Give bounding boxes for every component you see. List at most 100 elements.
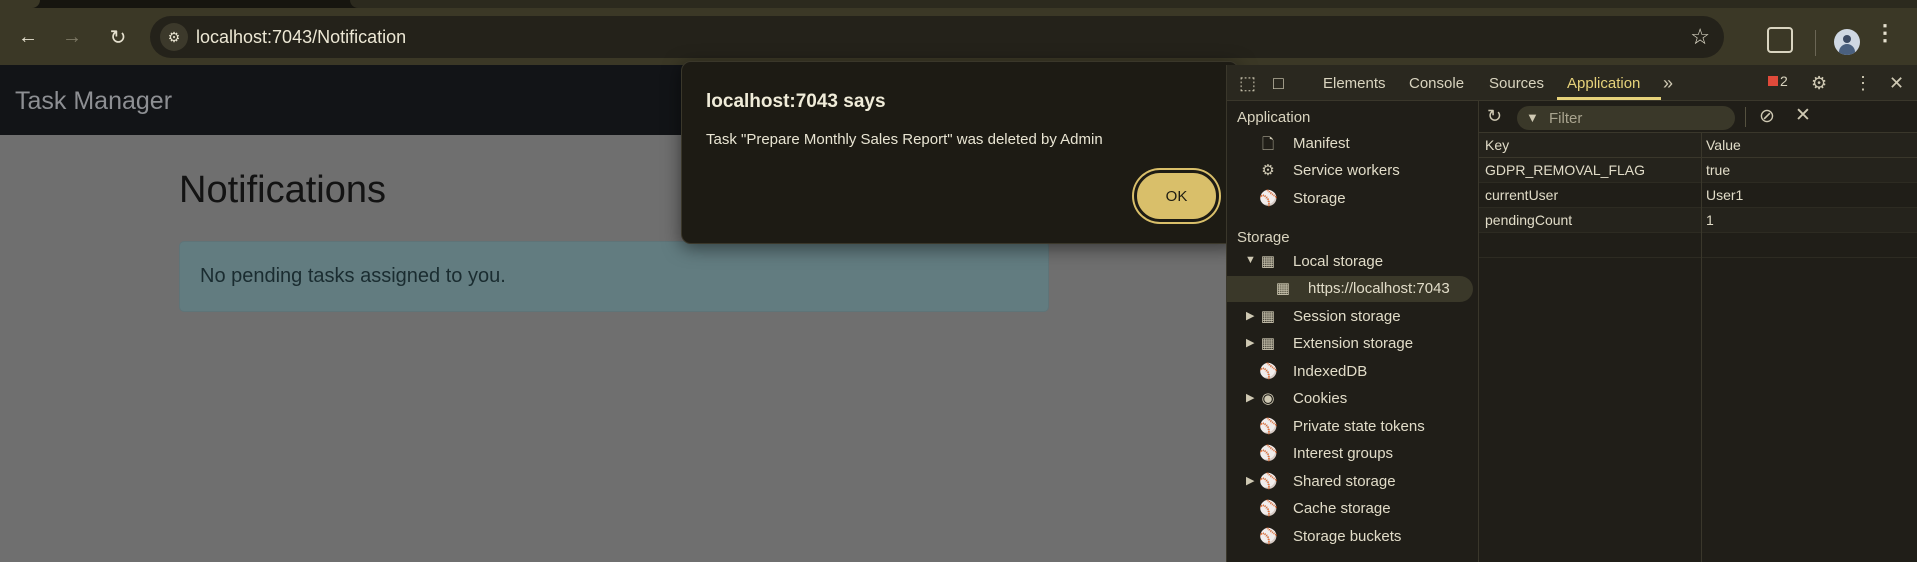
row-key: pendingCount [1485, 212, 1573, 228]
navbar-brand[interactable]: Task Manager [15, 87, 172, 116]
info-alert: No pending tasks assigned to you. [179, 241, 1049, 312]
empty-table-row[interactable] [1479, 233, 1917, 258]
sidebar-item-session-storage[interactable]: ▶ ▦ Session storage [1227, 304, 1479, 330]
local-storage-pane: ↻ ▼ Filter ⊘ ✕ Key Value GDPR_REMOVAL_FL… [1479, 101, 1917, 562]
toolbar-divider [1815, 30, 1816, 56]
sidebar-item-label: Private state tokens [1293, 418, 1425, 435]
browser-toolbar: ← → ↻ ⚙ localhost:7043/Notification ☆ ⋮ [0, 8, 1917, 65]
table-row[interactable]: currentUser User1 [1479, 183, 1917, 208]
column-divider[interactable] [1701, 133, 1702, 562]
back-icon[interactable]: ← [14, 23, 42, 51]
sidebar-item-cookies[interactable]: ▶ ◉ Cookies [1227, 386, 1479, 412]
sidebar-item-label: Storage buckets [1293, 528, 1402, 545]
sidebar-item-label: https://localhost:7043 [1308, 280, 1450, 297]
sidebar-item-cache-storage[interactable]: ⚾ Cache storage [1227, 496, 1479, 522]
inspect-element-icon[interactable]: ⬚ [1239, 73, 1256, 94]
row-value: 1 [1706, 212, 1714, 228]
bookmark-star-icon[interactable]: ☆ [1690, 24, 1710, 50]
collapsed-arrow-icon[interactable]: ▶ [1246, 309, 1254, 322]
forward-icon[interactable]: → [58, 23, 86, 51]
sidebar-item-manifest[interactable]: 🗋 Manifest [1227, 131, 1479, 157]
sidebar-item-label: Extension storage [1293, 335, 1414, 352]
gears-icon: ⚙ [1261, 162, 1275, 179]
site-info-icon[interactable]: ⚙ [160, 23, 188, 51]
collapsed-arrow-icon[interactable]: ▶ [1246, 474, 1254, 487]
sidebar-item-label: Session storage [1293, 308, 1401, 325]
clear-all-icon[interactable]: ⊘ [1759, 105, 1775, 128]
table-grid-icon: ▦ [1260, 335, 1276, 352]
devtools-panel: ⬚ □ Elements Console Sources Application… [1226, 65, 1917, 562]
device-toolbar-icon[interactable]: □ [1273, 73, 1284, 94]
sidebar-item-label: Interest groups [1293, 445, 1394, 462]
toolbar-divider [1745, 107, 1746, 127]
devtools-menu-icon[interactable]: ⋮ [1854, 73, 1872, 94]
sidebar-item-label: Storage [1293, 190, 1346, 207]
active-tab-indicator [1557, 97, 1661, 100]
profile-avatar[interactable] [1834, 29, 1860, 55]
row-key: currentUser [1485, 187, 1559, 203]
sidebar-item-private-state-tokens[interactable]: ⚾ Private state tokens [1227, 414, 1479, 440]
active-tab[interactable] [0, 0, 40, 8]
page-title: Notifications [179, 169, 386, 211]
sidebar-item-extension-storage[interactable]: ▶ ▦ Extension storage [1227, 331, 1479, 357]
application-sidebar: Application 🗋 Manifest ⚙ Service workers… [1227, 101, 1479, 562]
expanded-arrow-icon[interactable]: ▼ [1245, 254, 1256, 266]
database-icon: ⚾ [1259, 473, 1278, 490]
avatar-body [1839, 44, 1855, 55]
dialog-message: Task "Prepare Monthly Sales Report" was … [706, 131, 1103, 148]
sidebar-item-indexeddb[interactable]: ⚾ IndexedDB [1227, 359, 1479, 385]
database-icon: ⚾ [1259, 500, 1278, 517]
table-row[interactable]: pendingCount 1 [1479, 208, 1917, 233]
issues-badge[interactable]: 2 [1768, 73, 1788, 89]
collapsed-arrow-icon[interactable]: ▶ [1246, 391, 1254, 404]
settings-gear-icon[interactable]: ⚙ [1811, 73, 1827, 94]
sidebar-item-label: Manifest [1293, 135, 1350, 152]
sidebar-item-service-workers[interactable]: ⚙ Service workers [1227, 158, 1479, 184]
tab-application[interactable]: Application [1567, 75, 1640, 92]
collapsed-arrow-icon[interactable]: ▶ [1246, 336, 1254, 349]
sidebar-item-interest-groups[interactable]: ⚾ Interest groups [1227, 441, 1479, 467]
tab-elements[interactable]: Elements [1323, 75, 1386, 92]
tab-strip [0, 0, 1917, 8]
devtools-tabbar: ⬚ □ Elements Console Sources Application… [1227, 65, 1917, 101]
sidebar-item-localhost-origin[interactable]: ▦ https://localhost:7043 [1227, 276, 1473, 302]
table-grid-icon: ▦ [1275, 280, 1291, 297]
column-header-value[interactable]: Value [1706, 137, 1741, 153]
sidebar-heading-storage: Storage [1237, 229, 1290, 246]
sidebar-item-label: Cache storage [1293, 500, 1391, 517]
cookie-icon: ◉ [1261, 390, 1275, 407]
table-grid-icon: ▦ [1260, 253, 1276, 270]
alert-text: No pending tasks assigned to you. [200, 265, 506, 287]
tab-console[interactable]: Console [1409, 75, 1464, 92]
sidebar-item-label: Service workers [1293, 162, 1400, 179]
sidebar-item-storage[interactable]: ⚾ Storage [1227, 186, 1479, 212]
reload-icon[interactable]: ↻ [104, 23, 132, 51]
dialog-title: localhost:7043 says [706, 91, 886, 112]
url-text[interactable]: localhost:7043/Notification [196, 27, 406, 48]
storage-toolbar: ↻ ▼ Filter ⊘ ✕ [1479, 101, 1917, 133]
tab-sources[interactable]: Sources [1489, 75, 1544, 92]
document-icon: 🗋 [1261, 136, 1275, 153]
database-icon: ⚾ [1259, 190, 1278, 207]
sidebar-item-shared-storage[interactable]: ▶ ⚾ Shared storage [1227, 469, 1479, 495]
avatar-head [1843, 35, 1851, 43]
filter-input[interactable]: ▼ Filter [1517, 106, 1735, 130]
refresh-icon[interactable]: ↻ [1487, 106, 1502, 127]
column-header-key[interactable]: Key [1485, 137, 1509, 153]
screen: ← → ↻ ⚙ localhost:7043/Notification ☆ ⋮ … [0, 0, 1917, 562]
alert-dialog: localhost:7043 says Task "Prepare Monthl… [681, 61, 1239, 244]
sidebar-item-label: IndexedDB [1293, 363, 1368, 380]
table-header-row: Key Value [1479, 133, 1917, 158]
delete-selected-icon[interactable]: ✕ [1795, 104, 1811, 127]
extensions-icon[interactable] [1767, 27, 1793, 53]
address-bar[interactable]: ⚙ localhost:7043/Notification ☆ [150, 16, 1724, 58]
database-icon: ⚾ [1259, 528, 1278, 545]
more-tabs-icon[interactable]: » [1663, 73, 1673, 94]
dialog-ok-button[interactable]: OK [1134, 170, 1219, 222]
close-devtools-icon[interactable]: ✕ [1889, 73, 1904, 94]
table-row[interactable]: GDPR_REMOVAL_FLAG true [1479, 158, 1917, 183]
sidebar-item-local-storage[interactable]: ▼ ▦ Local storage [1227, 249, 1479, 275]
sidebar-item-storage-buckets[interactable]: ⚾ Storage buckets [1227, 524, 1479, 550]
row-key: GDPR_REMOVAL_FLAG [1485, 162, 1646, 178]
browser-menu-icon[interactable]: ⋮ [1874, 22, 1896, 44]
